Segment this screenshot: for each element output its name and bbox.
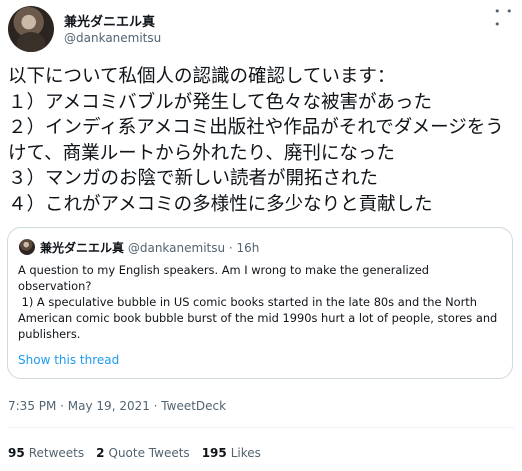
show-thread-link[interactable]: Show this thread — [18, 353, 119, 367]
retweets-count: 95 — [8, 446, 25, 460]
likes-stat[interactable]: 195 Likes — [202, 446, 261, 460]
quoted-text: A question to my English speakers. Am I … — [18, 263, 498, 341]
quoted-avatar — [19, 239, 35, 255]
quote-tweets-stat[interactable]: 2 Quote Tweets — [96, 446, 190, 460]
divider — [8, 427, 514, 428]
tweet-meta: 7:35 PM · May 19, 2021 · TweetDeck — [8, 399, 227, 413]
more-icon[interactable]: • • • — [494, 5, 514, 31]
quoted-header: 兼光ダニエル真 @dankanemitsu · 16h — [40, 239, 259, 256]
tweet-text: 以下について私個人の認識の確認しています： １）アメコミバブルが発生して色々な被… — [8, 66, 504, 215]
author-name[interactable]: 兼光ダニエル真 — [64, 11, 155, 30]
likes-label: Likes — [230, 446, 261, 460]
retweets-label: Retweets — [28, 446, 85, 460]
quotes-label: Quote Tweets — [108, 446, 190, 460]
tweet-header: 兼光ダニエル真 @dankanemitsu • • • — [8, 5, 514, 52]
quotes-count: 2 — [96, 446, 105, 460]
quoted-author-name: 兼光ダニエル真 — [40, 241, 125, 255]
quoted-tweet[interactable]: 兼光ダニエル真 @dankanemitsu · 16h A question t… — [7, 227, 513, 379]
tweet-stats: 95 Retweets 2 Quote Tweets 195 Likes — [8, 446, 261, 460]
avatar[interactable] — [8, 6, 54, 52]
quoted-handle-time: @dankanemitsu · 16h — [127, 241, 260, 255]
author-handle[interactable]: @dankanemitsu — [64, 31, 161, 45]
retweets-stat[interactable]: 95 Retweets — [8, 446, 84, 460]
likes-count: 195 — [201, 446, 227, 460]
